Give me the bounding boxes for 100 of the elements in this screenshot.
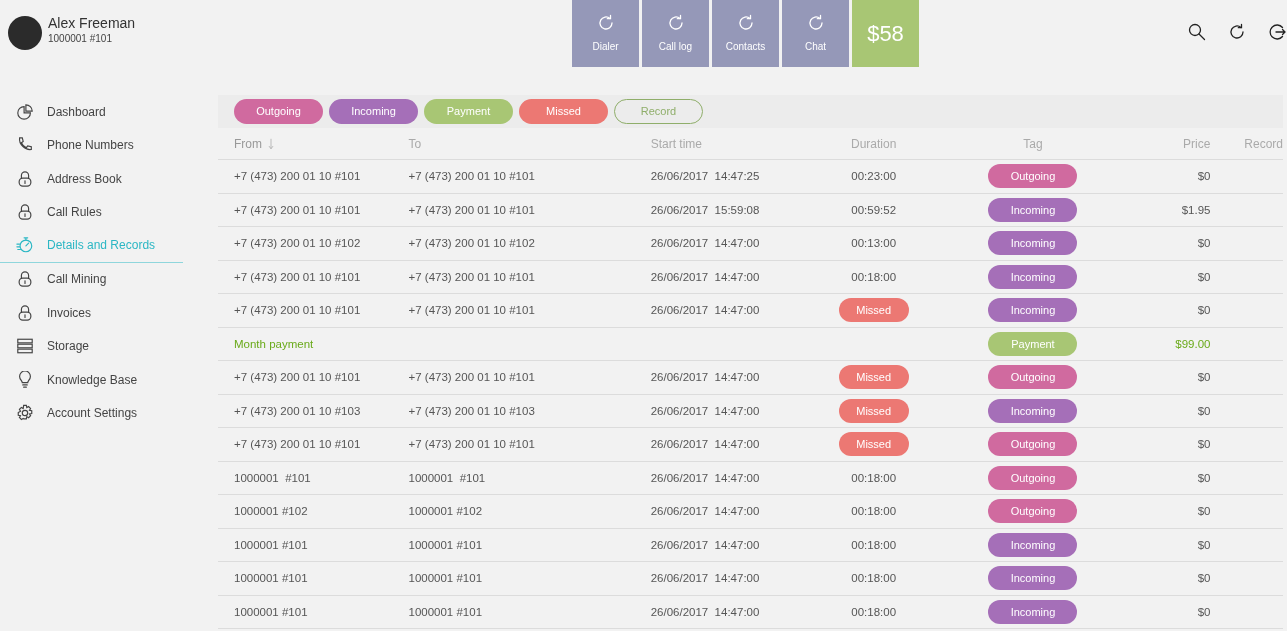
price: $1.95 xyxy=(1181,203,1211,216)
column-header[interactable]: Start time xyxy=(650,136,702,151)
call-duration: 00:18:00 xyxy=(851,572,897,585)
sidebar-item[interactable]: Account Settings xyxy=(0,396,183,430)
sidebar-item[interactable]: Storage xyxy=(0,329,183,363)
filter-chip[interactable]: Outgoing xyxy=(234,99,323,124)
filter-chip[interactable]: Payment xyxy=(424,99,513,124)
filter-chip[interactable]: Incoming xyxy=(329,99,418,124)
logout-icon[interactable] xyxy=(1267,22,1287,42)
callee-number: 1000001 #101 xyxy=(408,605,483,618)
user-name: Alex Freeman xyxy=(48,16,136,32)
caller-number: +7 (473) 200 01 10 #103 xyxy=(234,404,361,417)
tag-badge: Outgoing xyxy=(988,365,1078,390)
column-header[interactable]: From xyxy=(234,136,262,151)
caller-number: +7 (473) 200 01 10 #101 xyxy=(234,203,361,216)
column-header[interactable]: Tag xyxy=(1023,136,1043,151)
price: $0 xyxy=(1197,170,1211,183)
price: $99.00 xyxy=(1175,337,1211,350)
tag-badge: Incoming xyxy=(988,197,1078,222)
call-duration: 00:23:00 xyxy=(851,170,897,183)
column-header[interactable]: Price xyxy=(1183,136,1211,151)
price: $0 xyxy=(1197,438,1211,451)
caller-number: +7 (473) 200 01 10 #101 xyxy=(234,170,361,183)
tag-badge: Incoming xyxy=(988,264,1078,289)
callee-number: 1000001 #101 xyxy=(408,572,483,585)
price: $0 xyxy=(1197,270,1211,283)
caller-number: 1000001 #102 xyxy=(234,505,308,518)
start-time: 26/06/2017 14:47:00 xyxy=(650,438,760,451)
call-duration: 00:18:00 xyxy=(851,471,897,484)
sidebar-item[interactable]: Address Book xyxy=(0,162,183,196)
tag-badge: Incoming xyxy=(988,398,1078,423)
sidebar-item[interactable]: Phone Numbers xyxy=(0,128,183,162)
tag-badge: Incoming xyxy=(988,532,1078,557)
start-time: 26/06/2017 14:47:25 xyxy=(650,170,760,183)
sidebar-item[interactable]: Dashboard xyxy=(0,95,183,129)
call-duration: 00:18:00 xyxy=(851,270,897,283)
tag-badge: Outgoing xyxy=(988,164,1078,189)
call-duration: 00:18:00 xyxy=(851,605,897,618)
tag-badge: Outgoing xyxy=(988,499,1078,524)
sidebar-item[interactable]: Knowledge Base xyxy=(0,363,183,397)
avatar-placeholder xyxy=(8,16,42,50)
padlock-icon xyxy=(16,270,34,289)
callee-number: +7 (473) 200 01 10 #101 xyxy=(408,304,535,317)
column-header[interactable]: Record xyxy=(1244,136,1283,151)
column-header[interactable]: To xyxy=(408,136,422,151)
pie-chart-icon xyxy=(16,102,34,121)
caller-number: +7 (473) 200 01 10 #101 xyxy=(234,270,361,283)
nav-tile-button[interactable]: Chat xyxy=(782,0,849,67)
price: $0 xyxy=(1197,471,1211,484)
callee-number: +7 (473) 200 01 10 #102 xyxy=(408,237,535,250)
start-time: 26/06/2017 14:47:00 xyxy=(650,371,760,384)
account-number: 1000001 #101 xyxy=(48,32,113,47)
caller-number: 1000001 #101 xyxy=(234,471,311,484)
tag-badge: Outgoing xyxy=(988,432,1078,457)
price: $0 xyxy=(1197,605,1211,618)
filter-chip[interactable]: Missed xyxy=(519,99,608,124)
call-duration: 00:59:52 xyxy=(851,203,897,216)
price: $0 xyxy=(1197,371,1211,384)
tag-badge: Outgoing xyxy=(988,465,1078,490)
sidebar-item[interactable]: Invoices xyxy=(0,296,183,330)
callee-number: +7 (473) 200 01 10 #101 xyxy=(408,438,535,451)
padlock-icon xyxy=(16,303,34,322)
start-time: 26/06/2017 14:47:00 xyxy=(650,304,760,317)
sidebar-item[interactable]: Call Rules xyxy=(0,195,183,229)
nav-tile-button[interactable]: Contacts xyxy=(712,0,779,67)
start-time: 26/06/2017 15:59:08 xyxy=(650,203,760,216)
price: $0 xyxy=(1197,304,1211,317)
start-time: 26/06/2017 14:47:00 xyxy=(650,237,760,250)
callee-number: +7 (473) 200 01 10 #101 xyxy=(408,203,535,216)
nav-tile-button[interactable]: Call log xyxy=(642,0,709,67)
padlock-icon xyxy=(16,203,34,222)
missed-badge: Missed xyxy=(838,432,909,457)
missed-badge: Missed xyxy=(838,365,909,390)
sidebar-item[interactable]: Details and Records xyxy=(0,229,183,263)
padlock-icon xyxy=(16,169,34,188)
start-time: 26/06/2017 14:47:00 xyxy=(650,471,760,484)
nav-tile-button[interactable]: Dialer xyxy=(572,0,639,67)
caller-number: +7 (473) 200 01 10 #101 xyxy=(234,371,361,384)
price: $0 xyxy=(1197,237,1211,250)
callee-number: +7 (473) 200 01 10 #103 xyxy=(408,404,535,417)
caller-number: 1000001 #101 xyxy=(234,605,308,618)
callee-number: 1000001 #102 xyxy=(408,505,483,518)
callee-number: +7 (473) 200 01 10 #101 xyxy=(408,270,535,283)
lightbulb-icon xyxy=(16,370,34,389)
search-icon[interactable] xyxy=(1187,22,1207,42)
start-time: 26/06/2017 14:47:00 xyxy=(650,270,760,283)
call-duration: 00:18:00 xyxy=(851,538,897,551)
sidebar-item[interactable]: Call Mining xyxy=(0,262,183,296)
start-time: 26/06/2017 14:47:00 xyxy=(650,538,760,551)
tag-badge: Incoming xyxy=(988,599,1078,624)
start-time: 26/06/2017 14:47:00 xyxy=(650,505,760,518)
column-header[interactable]: Duration xyxy=(851,136,897,151)
price: $0 xyxy=(1197,572,1211,585)
start-time: 26/06/2017 14:47:00 xyxy=(650,404,760,417)
tag-badge: Incoming xyxy=(988,298,1078,323)
caller-number: +7 (473) 200 01 10 #101 xyxy=(234,438,361,451)
refresh-icon[interactable] xyxy=(1227,22,1247,42)
stopwatch-icon xyxy=(16,236,34,255)
call-duration: 00:18:00 xyxy=(851,505,897,518)
missed-badge: Missed xyxy=(838,298,909,323)
